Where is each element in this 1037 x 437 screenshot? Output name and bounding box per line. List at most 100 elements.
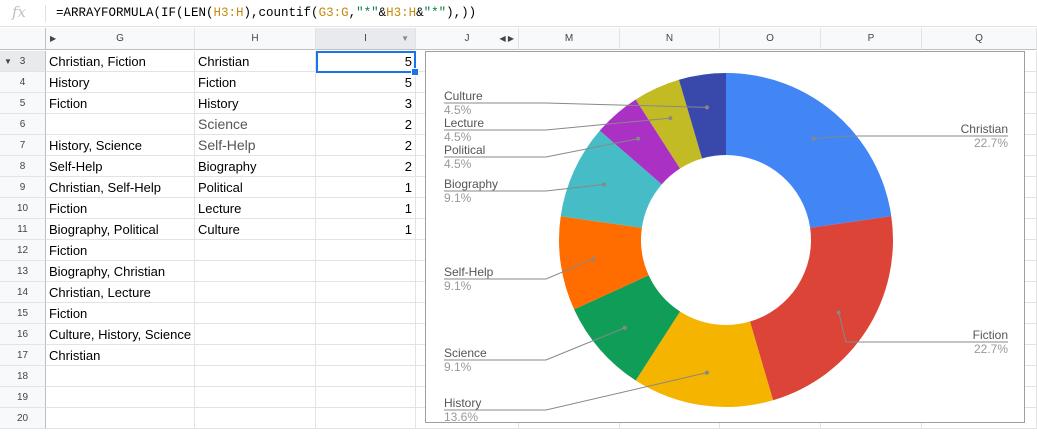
row-header[interactable]: 15 — [0, 303, 46, 324]
cell-h[interactable] — [195, 345, 316, 366]
cell-i[interactable]: 5 — [316, 51, 416, 72]
cell-g[interactable]: Fiction — [46, 303, 195, 324]
column-header-p[interactable]: P — [821, 28, 922, 50]
cell-g[interactable]: Fiction — [46, 198, 195, 219]
cell-i[interactable]: 1 — [316, 198, 416, 219]
cell-h[interactable] — [195, 387, 316, 408]
column-header-m[interactable]: M — [519, 28, 620, 50]
row-header[interactable]: ▼ 3 — [0, 51, 46, 72]
slice-label: Christian — [961, 122, 1008, 136]
cell-i[interactable]: 3 — [316, 93, 416, 114]
cell-h[interactable] — [195, 240, 316, 261]
slice-label: History — [444, 396, 481, 410]
cell-h[interactable]: Lecture — [195, 198, 316, 219]
cell-g[interactable] — [46, 366, 195, 387]
frozen-row-arrow-icon[interactable]: ▼ — [4, 57, 12, 66]
row-header[interactable]: 20 — [0, 408, 46, 429]
row-header[interactable]: 18 — [0, 366, 46, 387]
donut-slice-christian[interactable] — [726, 73, 892, 228]
row-header[interactable]: 7 — [0, 135, 46, 156]
cell-g[interactable]: History, Science — [46, 135, 195, 156]
row-header[interactable]: 14 — [0, 282, 46, 303]
scroll-right-arrow-icon[interactable]: ▶ — [50, 34, 56, 43]
cell-g[interactable]: Self-Help — [46, 156, 195, 177]
cell-h[interactable]: Science — [195, 114, 316, 135]
column-header-g[interactable]: ▶ G — [46, 28, 195, 50]
cell-h[interactable] — [195, 282, 316, 303]
cell-g[interactable] — [46, 387, 195, 408]
slice-label: Self-Help — [444, 265, 494, 279]
cell-i[interactable]: 2 — [316, 114, 416, 135]
cell-g[interactable]: Biography, Political — [46, 219, 195, 240]
column-header-q[interactable]: Q — [922, 28, 1037, 50]
formula-token: , — [348, 6, 357, 20]
cell-h[interactable]: Fiction — [195, 72, 316, 93]
column-header-i[interactable]: I ▼ — [316, 28, 416, 50]
cell-i[interactable] — [316, 261, 416, 282]
formula-input[interactable]: =ARRAYFORMULA(IF(LEN(H3:H),countif(G3:G,… — [56, 6, 476, 20]
row-header[interactable]: 13 — [0, 261, 46, 282]
cell-h[interactable]: Christian — [195, 51, 316, 72]
cell-g[interactable] — [46, 408, 195, 429]
cell-i[interactable] — [316, 282, 416, 303]
row-header[interactable]: 19 — [0, 387, 46, 408]
row-header[interactable]: 8 — [0, 156, 46, 177]
cell-i[interactable]: 1 — [316, 177, 416, 198]
cell-h[interactable] — [195, 324, 316, 345]
column-header-n[interactable]: N — [620, 28, 720, 50]
cell-i[interactable] — [316, 303, 416, 324]
donut-chart[interactable]: Christian 22.7% Fiction 22.7% History 13.6% Sc… — [425, 51, 1025, 424]
row-header[interactable]: 9 — [0, 177, 46, 198]
cell-g[interactable]: Christian, Fiction — [46, 51, 195, 72]
row-header[interactable]: 12 — [0, 240, 46, 261]
cell-g[interactable]: Fiction — [46, 93, 195, 114]
cell-h[interactable]: Self-Help — [195, 135, 316, 156]
formula-token: ),countif( — [243, 6, 319, 20]
fill-handle[interactable] — [411, 68, 419, 76]
cell-i[interactable]: 5 — [316, 72, 416, 93]
slice-label: Culture — [444, 89, 483, 103]
cell-h[interactable] — [195, 408, 316, 429]
cell-i[interactable]: 1 — [316, 219, 416, 240]
cell-g[interactable]: Fiction — [46, 240, 195, 261]
row-header[interactable]: 6 — [0, 114, 46, 135]
cell-g[interactable]: Culture, History, Science — [46, 324, 195, 345]
hidden-columns-arrows-icon[interactable]: ◀ ▶ — [499, 34, 514, 43]
cell-h[interactable] — [195, 261, 316, 282]
cell-i[interactable] — [316, 387, 416, 408]
row-header[interactable]: 4 — [0, 72, 46, 93]
column-header-j[interactable]: J ◀ ▶ — [416, 28, 519, 50]
filter-dropdown-icon[interactable]: ▼ — [401, 34, 409, 43]
row-header[interactable]: 11 — [0, 219, 46, 240]
column-header-o[interactable]: O — [720, 28, 821, 50]
row-header[interactable]: 17 — [0, 345, 46, 366]
cell-g[interactable]: History — [46, 72, 195, 93]
cell-i[interactable] — [316, 366, 416, 387]
cell-h[interactable] — [195, 366, 316, 387]
donut-slice-fiction[interactable] — [749, 216, 893, 401]
cell-h[interactable]: Culture — [195, 219, 316, 240]
column-header-h[interactable]: H — [195, 28, 316, 50]
cell-h[interactable]: Biography — [195, 156, 316, 177]
cell-g[interactable]: Christian, Lecture — [46, 282, 195, 303]
row-header[interactable]: 10 — [0, 198, 46, 219]
row-header[interactable]: 16 — [0, 324, 46, 345]
cell-h[interactable]: Political — [195, 177, 316, 198]
cell-i[interactable] — [316, 240, 416, 261]
cell-i[interactable]: 2 — [316, 135, 416, 156]
cell-h[interactable]: History — [195, 93, 316, 114]
leader-dot — [591, 257, 596, 262]
cell-g[interactable] — [46, 114, 195, 135]
row-header[interactable]: 5 — [0, 93, 46, 114]
leader-dot — [602, 182, 607, 187]
formula-bar: fx =ARRAYFORMULA(IF(LEN(H3:H),countif(G3… — [0, 0, 1037, 27]
cell-i[interactable]: 2 — [316, 156, 416, 177]
cell-g[interactable]: Biography, Christian — [46, 261, 195, 282]
cell-g[interactable]: Christian — [46, 345, 195, 366]
cell-g[interactable]: Christian, Self-Help — [46, 177, 195, 198]
cell-i[interactable] — [316, 345, 416, 366]
select-all-corner[interactable] — [0, 28, 46, 50]
cell-i[interactable] — [316, 324, 416, 345]
cell-h[interactable] — [195, 303, 316, 324]
cell-i[interactable] — [316, 408, 416, 429]
